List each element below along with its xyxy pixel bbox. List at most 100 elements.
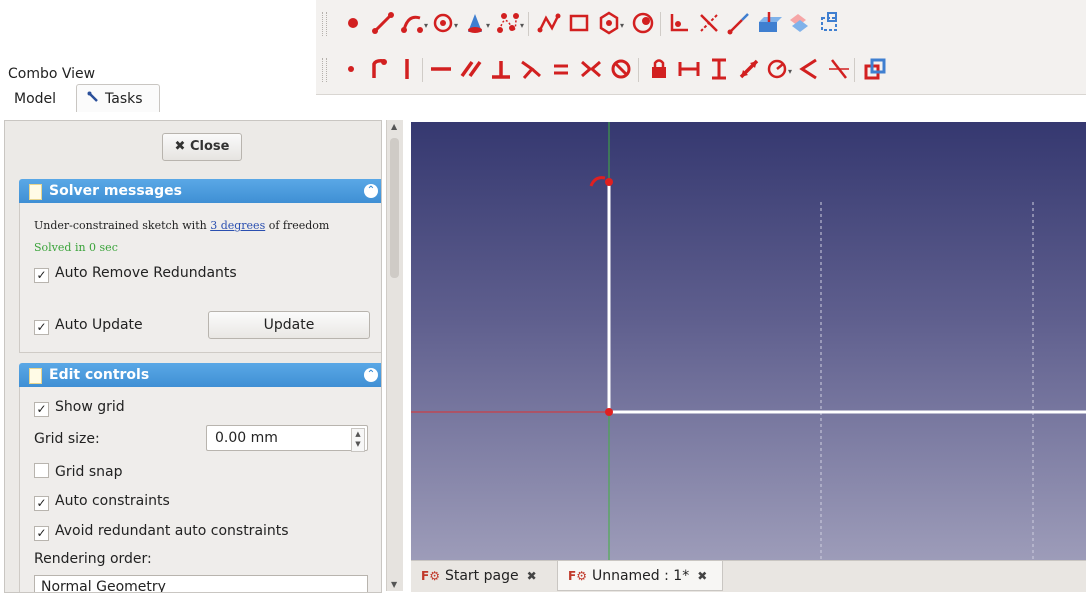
collapse-icon[interactable]: ⌃: [364, 184, 378, 198]
svg-text:▾: ▾: [424, 21, 428, 30]
constrain-vertical-distance-icon[interactable]: [704, 54, 734, 84]
scroll-down-icon[interactable]: ▼: [391, 580, 397, 589]
tab-unnamed-document[interactable]: F⚙ Unnamed : 1* ✖: [557, 561, 723, 591]
show-grid-label: Show grid: [55, 399, 125, 415]
auto-update-checkbox[interactable]: ✓ Auto Update: [34, 317, 143, 335]
constrain-snell-icon[interactable]: [824, 54, 854, 84]
constrain-tangent-icon[interactable]: [516, 54, 546, 84]
solver-message: Under-constrained sketch with 3 degrees …: [34, 219, 329, 232]
circle-icon[interactable]: ▾: [430, 8, 460, 38]
polygon-icon[interactable]: ▾: [596, 8, 626, 38]
svg-text:▾: ▾: [620, 21, 624, 30]
construction-mode-icon[interactable]: [814, 8, 844, 38]
checkbox-unchecked-icon[interactable]: [34, 463, 49, 478]
rectangle-icon[interactable]: [564, 8, 594, 38]
solver-message-suffix: of freedom: [268, 219, 330, 232]
auto-constraints-label: Auto constraints: [55, 493, 170, 509]
constrain-block-icon[interactable]: [606, 54, 636, 84]
toggle-driving-icon[interactable]: [860, 54, 890, 84]
avoid-redundant-label: Avoid redundant auto constraints: [55, 523, 289, 539]
edit-controls-header[interactable]: Edit controls ⌃: [19, 363, 381, 387]
checkbox-checked-icon[interactable]: ✓: [34, 268, 49, 283]
grid-size-value: 0.00 mm: [215, 430, 278, 446]
constrain-angle-icon[interactable]: [794, 54, 824, 84]
tab-tasks[interactable]: Tasks: [76, 84, 160, 112]
point-icon[interactable]: [338, 8, 368, 38]
checkbox-checked-icon[interactable]: ✓: [34, 496, 49, 511]
grid-snap-checkbox[interactable]: Grid snap: [34, 463, 122, 480]
constrain-perpendicular-icon[interactable]: [486, 54, 516, 84]
constrain-parallel-icon[interactable]: [456, 54, 486, 84]
constrain-lock-icon[interactable]: [644, 54, 674, 84]
checkbox-checked-icon[interactable]: ✓: [34, 526, 49, 541]
note-icon: [29, 368, 42, 384]
show-grid-checkbox[interactable]: ✓ Show grid: [34, 399, 125, 417]
scroll-thumb[interactable]: [390, 138, 399, 278]
edit-controls-body: ✓ Show grid Grid size: 0.00 mm ▲ ▼ Grid sn…: [19, 387, 381, 592]
solver-messages-title: Solver messages: [49, 183, 182, 199]
freecad-icon: F⚙: [568, 569, 587, 583]
checkbox-checked-icon[interactable]: ✓: [34, 320, 49, 335]
document-tabs: F⚙ Start page ✖ F⚙ Unnamed : 1* ✖: [411, 560, 1086, 592]
degrees-of-freedom-link[interactable]: 3 degrees: [210, 219, 265, 232]
update-button[interactable]: Update: [208, 311, 370, 339]
sketcher-toolbar: ▾ ▾ ▾ ▾ ▾ ▾: [316, 0, 1086, 95]
toolbar-grip[interactable]: [322, 12, 327, 36]
edit-controls-title: Edit controls: [49, 367, 150, 383]
rendering-order-list[interactable]: Normal Geometry: [34, 575, 368, 592]
bspline-icon[interactable]: ▾: [494, 8, 524, 38]
constrain-horizontal-distance-icon[interactable]: [674, 54, 704, 84]
solver-messages-header[interactable]: Solver messages ⌃: [19, 179, 381, 203]
note-icon: [29, 184, 42, 200]
auto-remove-redundants-label: Auto Remove Redundants: [55, 265, 237, 281]
extend-icon[interactable]: [724, 8, 754, 38]
tab-start-page-label: Start page: [444, 568, 519, 584]
wrench-icon: [87, 85, 99, 113]
avoid-redundant-checkbox[interactable]: ✓ Avoid redundant auto constraints: [34, 523, 289, 541]
arc-icon[interactable]: ▾: [398, 8, 428, 38]
close-button[interactable]: ✖ Close: [162, 133, 242, 161]
tab-unnamed-label: Unnamed : 1*: [591, 568, 690, 584]
line-icon[interactable]: [368, 8, 398, 38]
freecad-icon: F⚙: [421, 569, 440, 583]
external-geometry-icon[interactable]: [754, 8, 784, 38]
close-tab-icon[interactable]: ✖: [697, 569, 707, 583]
rendering-order-label: Rendering order:: [34, 551, 152, 567]
conic-icon[interactable]: ▾: [462, 8, 492, 38]
grid-size-spinbox[interactable]: 0.00 mm ▲ ▼: [206, 425, 368, 452]
solved-text: Solved in 0 sec: [34, 241, 118, 254]
trim-icon[interactable]: [694, 8, 724, 38]
task-panel-scrollbar[interactable]: ▲ ▼: [386, 120, 403, 591]
solver-messages-body: Under-constrained sketch with 3 degrees …: [19, 203, 381, 353]
sketch-point: [605, 178, 613, 186]
auto-update-label: Auto Update: [55, 317, 143, 333]
constrain-radius-icon[interactable]: ▾: [764, 54, 794, 84]
constrain-distance-icon[interactable]: [734, 54, 764, 84]
tab-start-page[interactable]: F⚙ Start page ✖: [421, 561, 553, 591]
close-tab-icon[interactable]: ✖: [527, 569, 537, 583]
slot-icon[interactable]: [628, 8, 658, 38]
constrain-horizontal-icon[interactable]: [426, 54, 456, 84]
checkbox-checked-icon[interactable]: ✓: [34, 402, 49, 417]
point-on-object-constraint-icon: [589, 176, 606, 187]
svg-text:▾: ▾: [520, 21, 524, 30]
sketch-canvas[interactable]: [411, 122, 1086, 560]
combo-view: Combo View Model Tasks ✖ Close Solver me…: [0, 62, 406, 593]
auto-constraints-checkbox[interactable]: ✓ Auto constraints: [34, 493, 170, 511]
combo-view-title: Combo View: [8, 66, 96, 82]
tab-model[interactable]: Model: [14, 88, 74, 110]
solver-message-prefix: Under-constrained sketch with: [34, 219, 207, 232]
sketch-3d-view[interactable]: [411, 122, 1086, 560]
sketcher-geometries-toolbar: ▾ ▾ ▾ ▾ ▾: [316, 2, 1086, 46]
grid-size-label: Grid size:: [34, 431, 100, 447]
constrain-equal-icon[interactable]: [546, 54, 576, 84]
carbon-copy-icon[interactable]: [784, 8, 814, 38]
auto-remove-redundants-checkbox[interactable]: ✓ Auto Remove Redundants: [34, 265, 237, 283]
polyline-icon[interactable]: [534, 8, 564, 38]
collapse-icon[interactable]: ⌃: [364, 368, 378, 382]
spin-arrows-icon[interactable]: ▲ ▼: [351, 428, 365, 452]
close-icon: ✖: [174, 139, 186, 154]
fillet-icon[interactable]: [664, 8, 694, 38]
constrain-symmetric-icon[interactable]: [576, 54, 606, 84]
scroll-up-icon[interactable]: ▲: [391, 122, 397, 131]
